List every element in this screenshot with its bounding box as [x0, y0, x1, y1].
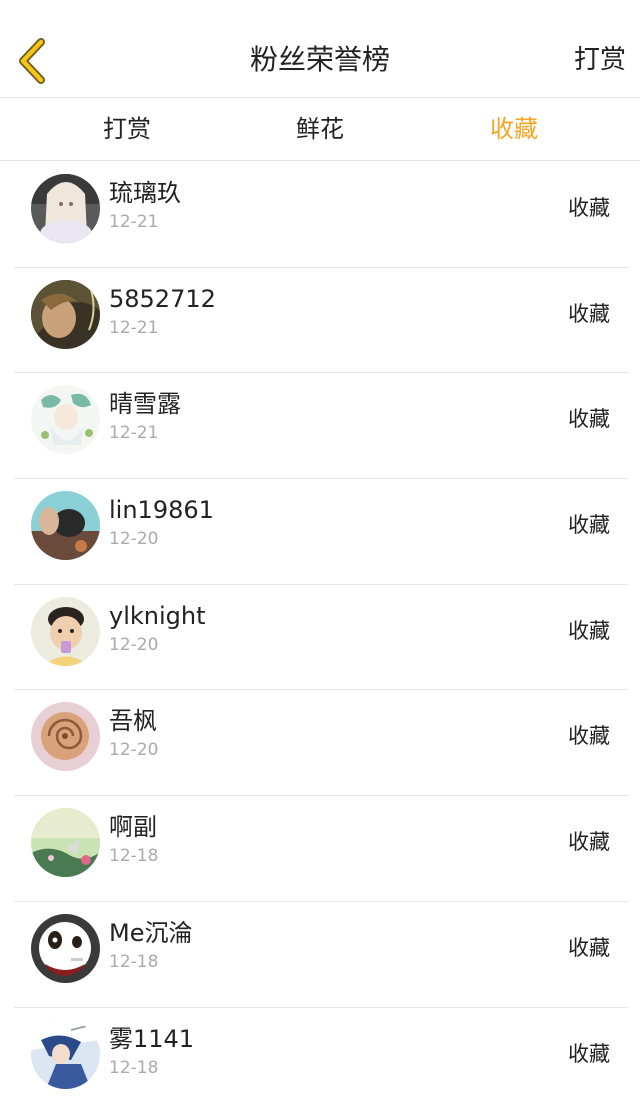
- fan-date: 12-18: [109, 846, 159, 867]
- fan-action: 收藏: [568, 724, 610, 749]
- tab-flowers[interactable]: 鲜花: [260, 98, 380, 160]
- fan-name: 晴雪露: [109, 390, 181, 419]
- list-item[interactable]: lin19861 12-20 收藏: [0, 479, 640, 585]
- fan-action: 收藏: [568, 301, 610, 326]
- tab-favorites[interactable]: 收藏: [454, 98, 574, 160]
- fan-name: 琉璃玖: [109, 179, 181, 207]
- tip-button[interactable]: 打赏: [574, 40, 626, 80]
- avatar[interactable]: [31, 174, 100, 243]
- fan-date: 12-21: [109, 212, 159, 232]
- list-item[interactable]: Me沉淪 12-18 收藏: [0, 902, 640, 1008]
- avatar[interactable]: [31, 491, 100, 561]
- fan-date: 12-18: [109, 951, 159, 972]
- fan-list: 琉璃玖 12-21 收藏 5852712 12-21 收藏 晴雪露 12-21 …: [0, 162, 640, 1106]
- avatar[interactable]: [31, 385, 100, 455]
- avatar[interactable]: [31, 913, 100, 983]
- tab-tips[interactable]: 打赏: [67, 98, 187, 160]
- list-item[interactable]: 5852712 12-21 收藏: [0, 268, 640, 374]
- fan-action: 收藏: [568, 513, 610, 538]
- fan-name: Me沉淪: [109, 918, 193, 947]
- tab-bar: 打赏 鲜花 收藏: [0, 98, 640, 161]
- fan-name: lin19861: [109, 496, 214, 525]
- avatar[interactable]: [31, 1019, 100, 1089]
- fan-action: 收藏: [568, 196, 610, 220]
- fan-date: 12-21: [109, 423, 159, 444]
- fan-action: 收藏: [568, 935, 610, 960]
- fan-name: 啊副: [109, 813, 157, 842]
- fan-name: 雾1141: [109, 1024, 195, 1053]
- list-item[interactable]: 雾1141 12-18 收藏: [0, 1008, 640, 1106]
- fan-date: 12-20: [109, 740, 159, 761]
- fan-name: 吾枫: [109, 707, 157, 736]
- fan-date: 12-20: [109, 529, 159, 550]
- avatar[interactable]: [31, 596, 100, 666]
- avatar[interactable]: [31, 702, 100, 772]
- fan-name: ylknight: [109, 601, 206, 630]
- fan-action: 收藏: [568, 407, 610, 432]
- page-title: 粉丝荣誉榜: [249, 43, 390, 76]
- fan-date: 12-20: [109, 634, 159, 655]
- fan-date: 12-18: [109, 1057, 159, 1078]
- list-item[interactable]: 啊副 12-18 收藏: [0, 796, 640, 902]
- fan-name: 5852712: [109, 284, 216, 313]
- list-item[interactable]: 琉璃玖 12-21 收藏: [0, 162, 640, 268]
- fan-action: 收藏: [568, 830, 610, 855]
- avatar[interactable]: [31, 808, 100, 878]
- list-item[interactable]: 吾枫 12-20 收藏: [0, 690, 640, 797]
- avatar[interactable]: [31, 279, 100, 349]
- fan-action: 收藏: [568, 618, 610, 643]
- fan-action: 收藏: [568, 1041, 610, 1066]
- list-item[interactable]: 晴雪露 12-21 收藏: [0, 373, 640, 480]
- fan-date: 12-21: [109, 317, 159, 338]
- list-item[interactable]: ylknight 12-20 收藏: [0, 585, 640, 691]
- navigation-bar: 粉丝荣誉榜 打赏: [0, 0, 640, 98]
